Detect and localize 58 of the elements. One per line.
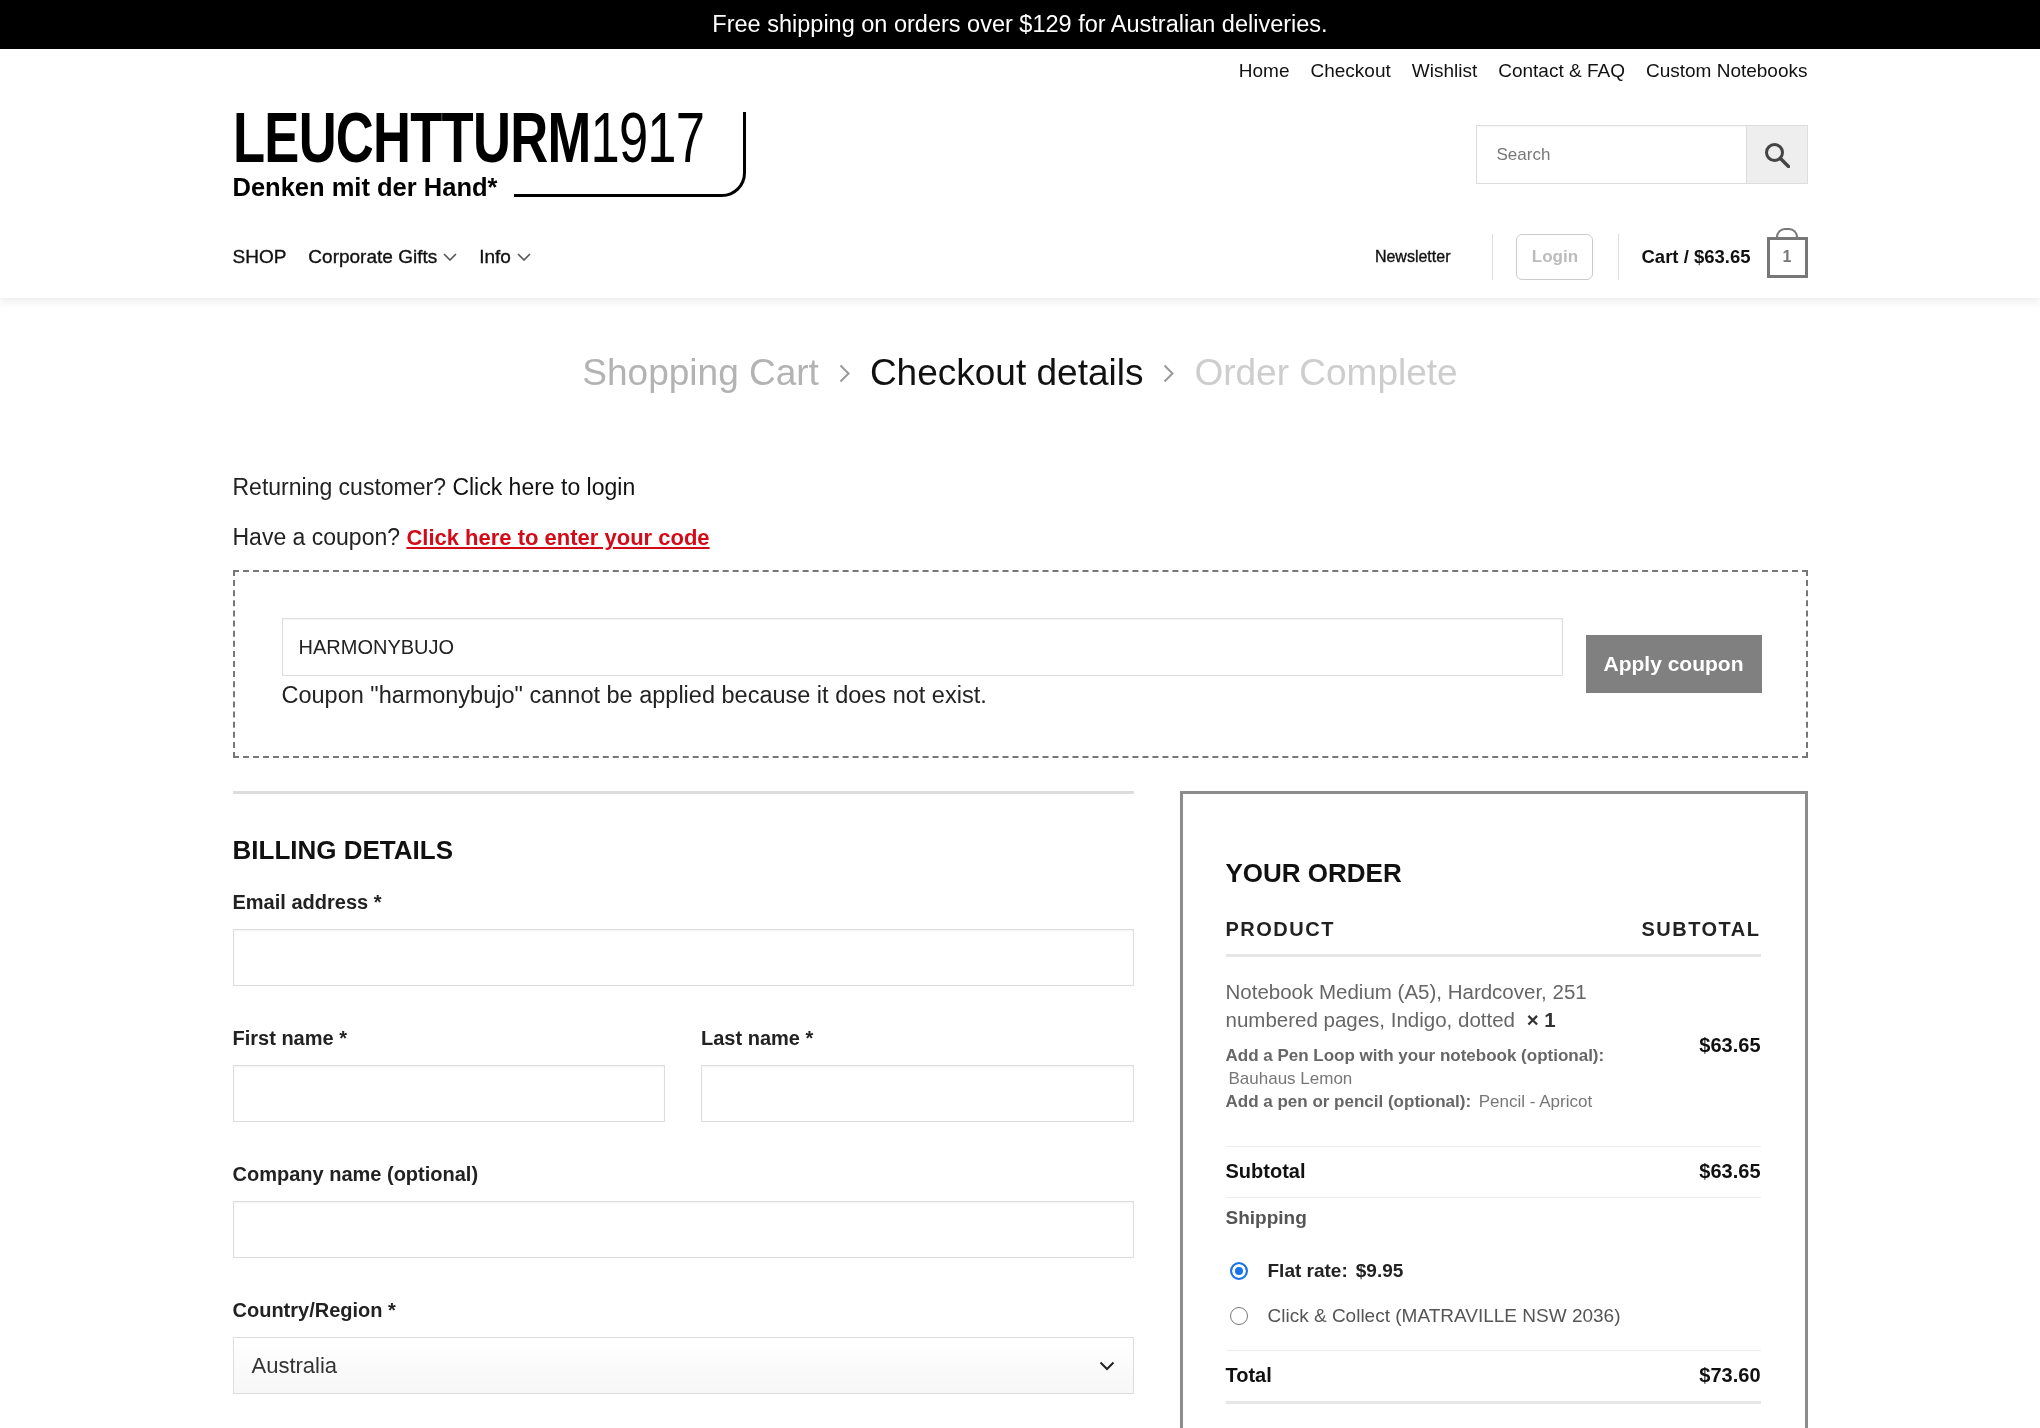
top-nav-link[interactable]: Wishlist [1411, 60, 1478, 82]
chevron-right-icon [1163, 363, 1175, 383]
shipping-option-label[interactable]: Click & Collect (MATRAVILLE NSW 2036) [1267, 1303, 1621, 1329]
search-button[interactable] [1745, 125, 1808, 184]
summary-value: $63.65 [1699, 1159, 1761, 1184]
shipping-option-label[interactable]: Flat rate: [1267, 1258, 1348, 1284]
top-nav-link[interactable]: Checkout [1310, 60, 1391, 82]
chevron-right-icon [838, 363, 850, 383]
coupon-error-message: Coupon "harmonybujo" cannot be applied because it does not exist. [281, 681, 988, 709]
field-label: Last name * [701, 1026, 815, 1051]
input-field[interactable] [232, 929, 1134, 986]
checkout-step[interactable]: Checkout details [869, 350, 1144, 396]
top-nav-link[interactable]: Home [1238, 60, 1290, 82]
shipping-label: Shipping [1225, 1206, 1308, 1230]
option-label: Add a Pen Loop with your notebook (optional): [1225, 1046, 1605, 1065]
option-value: Pencil - Apricot [1478, 1092, 1593, 1111]
login-link[interactable]: Click here to login [452, 474, 636, 500]
input-field[interactable] [232, 1065, 665, 1122]
coupon-field[interactable]: HARMONYBUJO [281, 618, 1563, 676]
summary-label: Total [1225, 1363, 1272, 1388]
field-label: Country/Region * [232, 1298, 397, 1323]
field-label: Email address * [232, 890, 383, 915]
field-label: Company name (optional) [232, 1162, 480, 1187]
notice-text: Have a coupon? [232, 524, 400, 550]
product-name: Notebook Medium (A5), Hardcover, 251 numbered pages, Indigo, dotted × 1 [1225, 979, 1588, 1033]
search-icon [1763, 141, 1790, 168]
summary-value: $73.60 [1699, 1363, 1761, 1388]
column-header: SUBTOTAL [1641, 917, 1761, 942]
field-label: First name * [232, 1026, 348, 1051]
shipping-price: $9.95 [1355, 1259, 1404, 1283]
apply-coupon-button[interactable]: Apply coupon [1585, 634, 1762, 693]
notice-text: Returning customer? [232, 474, 446, 500]
input-field[interactable] [232, 1201, 1134, 1258]
nav-link[interactable]: Info [479, 246, 531, 268]
top-nav-link[interactable]: Contact & FAQ [1498, 60, 1625, 82]
billing-heading: BILLING DETAILS [232, 834, 454, 866]
chevron-down-icon [516, 253, 531, 261]
input-field[interactable] [701, 1065, 1134, 1122]
chevron-down-icon [1098, 1360, 1115, 1371]
announcement-text: Free shipping on orders over $129 for Australian deliveries. [712, 11, 1328, 38]
option-value: Bauhaus Lemon [1228, 1069, 1353, 1088]
logo-wordmark: LEUCHTTURM1917 [232, 110, 704, 166]
dropdown-field[interactable]: Australia [232, 1337, 1134, 1394]
order-heading: YOUR ORDER [1225, 857, 1403, 889]
chevron-down-icon [443, 253, 458, 261]
column-header: PRODUCT [1225, 917, 1335, 942]
summary-label: Subtotal [1225, 1159, 1306, 1184]
newsletter-link[interactable]: Newsletter [1374, 248, 1451, 266]
cart-link[interactable]: Cart / $63.65 [1641, 246, 1751, 268]
radio-button[interactable] [1229, 1307, 1248, 1325]
line-total: $63.65 [1698, 1034, 1761, 1057]
coupon-link[interactable]: Click here to enter your code [406, 525, 710, 550]
option-label: Add a pen or pencil (optional): [1225, 1092, 1472, 1111]
search-field[interactable]: Search [1475, 125, 1746, 184]
nav-link[interactable]: Corporate Gifts [308, 246, 458, 268]
radio-button[interactable] [1229, 1262, 1248, 1280]
nav-link[interactable]: SHOP [232, 246, 287, 268]
top-nav-link[interactable]: Custom Notebooks [1645, 60, 1808, 82]
